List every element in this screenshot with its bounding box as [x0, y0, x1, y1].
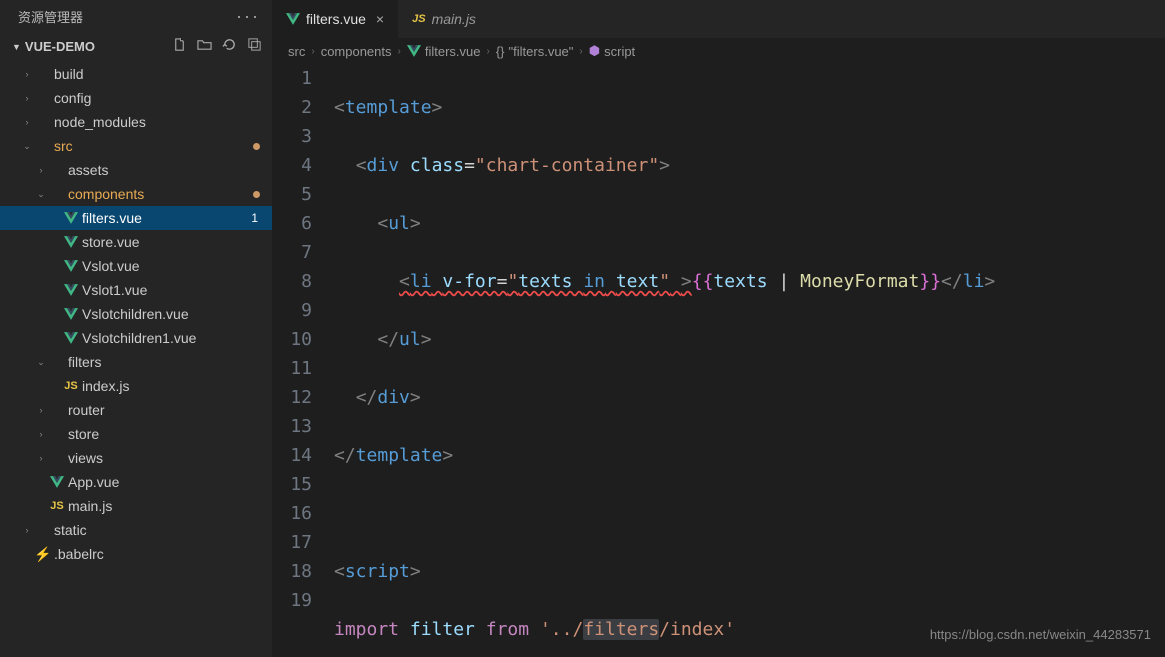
folder-src[interactable]: ⌄src — [0, 134, 272, 158]
folder-components[interactable]: ⌄components — [0, 182, 272, 206]
line-gutter: 12345678910111213141516171819 — [272, 64, 334, 657]
folder-store[interactable]: ›store — [0, 422, 272, 446]
breadcrumb-3[interactable]: {}"filters.vue" — [496, 44, 574, 59]
code-content[interactable]: <template> <div class="chart-container">… — [334, 64, 1165, 657]
new-folder-icon[interactable] — [197, 37, 212, 56]
file-Vslotchildren.vue[interactable]: ›Vslotchildren.vue — [0, 302, 272, 326]
folder-build[interactable]: ›build — [0, 62, 272, 86]
more-icon[interactable]: ··· — [236, 6, 260, 27]
file-filters.vue[interactable]: ›filters.vue1 — [0, 206, 272, 230]
file-store.vue[interactable]: ›store.vue — [0, 230, 272, 254]
file-Vslotchildren1.vue[interactable]: ›Vslotchildren1.vue — [0, 326, 272, 350]
folder-router[interactable]: ›router — [0, 398, 272, 422]
new-file-icon[interactable] — [172, 37, 187, 56]
close-icon[interactable]: × — [376, 11, 384, 27]
watermark: https://blog.csdn.net/weixin_44283571 — [930, 620, 1151, 649]
collapse-icon[interactable] — [247, 37, 262, 56]
chevron-down-icon: ▼ — [12, 42, 21, 52]
editor-area: filters.vue×JSmain.js src›components›fil… — [272, 0, 1165, 657]
project-row[interactable]: ▼ VUE-DEMO — [0, 33, 272, 60]
tab-filters.vue[interactable]: filters.vue× — [272, 0, 398, 38]
file-.babelrc[interactable]: ›⚡.babelrc — [0, 542, 272, 566]
tab-main.js[interactable]: JSmain.js — [398, 0, 490, 38]
explorer-sidebar: 资源管理器 ··· ▼ VUE-DEMO ›build›config›node_… — [0, 0, 272, 657]
breadcrumb-2[interactable]: filters.vue — [407, 44, 481, 59]
breadcrumb[interactable]: src›components›filters.vue›{}"filters.vu… — [272, 38, 1165, 64]
folder-config[interactable]: ›config — [0, 86, 272, 110]
breadcrumb-1[interactable]: components — [321, 44, 392, 59]
breadcrumb-0[interactable]: src — [288, 44, 305, 59]
tab-bar: filters.vue×JSmain.js — [272, 0, 1165, 38]
refresh-icon[interactable] — [222, 37, 237, 56]
explorer-header: 资源管理器 ··· — [0, 0, 272, 33]
folder-assets[interactable]: ›assets — [0, 158, 272, 182]
file-Vslot.vue[interactable]: ›Vslot.vue — [0, 254, 272, 278]
code-editor[interactable]: 12345678910111213141516171819 <template>… — [272, 64, 1165, 657]
project-name: VUE-DEMO — [25, 39, 95, 54]
folder-node_modules[interactable]: ›node_modules — [0, 110, 272, 134]
folder-static[interactable]: ›static — [0, 518, 272, 542]
file-App.vue[interactable]: ›App.vue — [0, 470, 272, 494]
folder-views[interactable]: ›views — [0, 446, 272, 470]
file-Vslot1.vue[interactable]: ›Vslot1.vue — [0, 278, 272, 302]
breadcrumb-4[interactable]: ⬢script — [589, 43, 635, 59]
explorer-title: 资源管理器 — [18, 7, 83, 26]
folder-filters[interactable]: ⌄filters — [0, 350, 272, 374]
file-main.js[interactable]: ›JSmain.js — [0, 494, 272, 518]
file-tree: ›build›config›node_modules⌄src›assets⌄co… — [0, 60, 272, 657]
file-index.js[interactable]: ›JSindex.js — [0, 374, 272, 398]
